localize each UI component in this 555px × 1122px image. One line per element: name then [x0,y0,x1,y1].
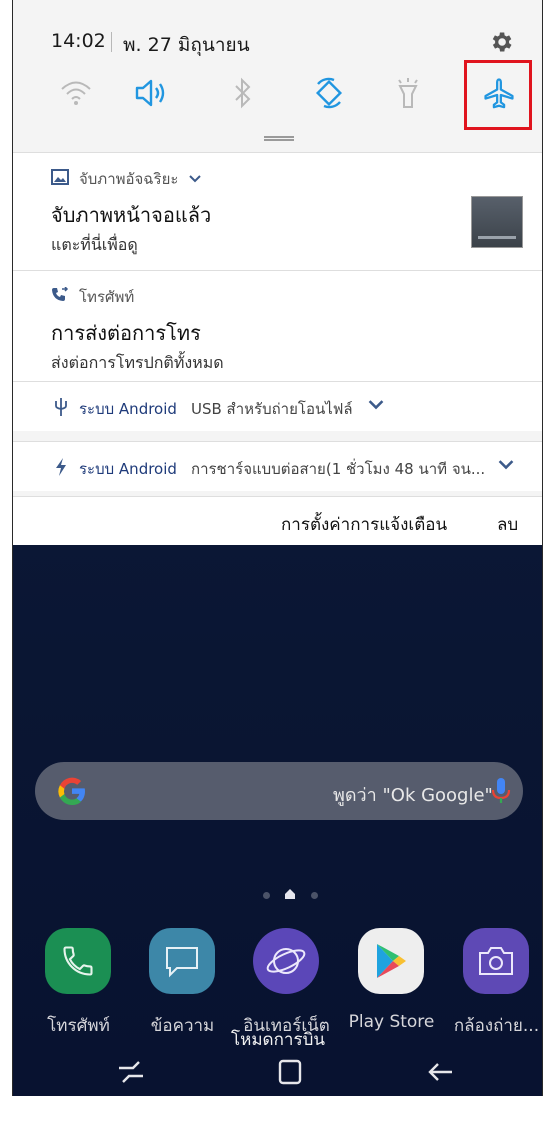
search-hint: พูดว่า "Ok Google" [333,785,493,806]
bluetooth-icon[interactable] [218,68,268,118]
notification-footer: การตั้งค่าการแจ้งเตือน ลบ [13,496,542,545]
google-search-bar[interactable]: พูดว่า "Ok Google" [35,762,523,820]
page-dot [263,892,270,899]
message-icon [149,928,215,994]
chevron-down-icon[interactable] [367,396,385,414]
chevron-down-icon[interactable] [497,456,515,474]
internet-icon [253,928,319,994]
screenshot-thumbnail[interactable] [471,196,523,248]
microphone-icon[interactable] [489,776,513,806]
dock-label: โทรศัพท์ [47,1016,110,1036]
image-icon [51,169,69,189]
google-logo-icon [58,777,85,805]
dock-app-phone[interactable]: โทรศัพท์ [31,928,126,1048]
play-store-icon [358,928,424,994]
notification-phone[interactable]: โทรศัพท์ การส่งต่อการโทร ส่งต่อการโทรปกต… [13,270,542,381]
usb-icon [51,396,71,418]
chevron-down-icon[interactable] [188,170,202,188]
page-indicator [253,888,333,902]
clear-all-button[interactable]: ลบ [497,511,518,538]
phone-forward-icon [51,286,69,307]
phone-screen: 14:02 พ. 27 มิถุนายน จับภาพอัจฉริยะ จับภ… [12,0,543,1096]
airplane-mode-highlight-box [464,60,532,130]
page-dot [311,892,318,899]
phone-icon [45,928,111,994]
notification-settings-button[interactable]: การตั้งค่าการแจ้งเตือน [281,511,447,538]
notification-text: ส่งต่อการโทรปกติทั้งหมด [51,353,224,372]
navigation-bar [13,1046,542,1096]
dock-label: กล้องถ่าย... [453,1016,540,1036]
home-button-icon[interactable] [275,1058,305,1086]
drag-handle[interactable] [264,136,294,141]
notification-app-name: ระบบ Android [79,460,177,478]
notification-screenshot[interactable]: จับภาพอัจฉริยะ จับภาพหน้าจอแล้ว แตะที่นี… [13,152,542,270]
notification-title: การส่งต่อการโทร [51,321,201,345]
back-arrow-icon[interactable] [426,1058,456,1086]
charging-bolt-icon [51,456,71,478]
notification-header: จับภาพอัจฉริยะ [51,167,202,191]
date: พ. 27 มิถุนายน [123,34,250,56]
recent-apps-icon[interactable] [116,1058,146,1086]
home-page-icon [285,889,295,899]
notification-shade: 14:02 พ. 27 มิถุนายน จับภาพอัจฉริยะ จับภ… [13,0,542,545]
notification-text: USB สำหรับถ่ายโอนไฟล์ [191,400,353,418]
notification-app-name: โทรศัพท์ [79,288,135,306]
sound-icon[interactable] [126,68,176,118]
notification-charging[interactable]: ระบบ Android การชาร์จแบบต่อสาย(1 ชั่วโมง… [13,441,542,491]
notification-header: โทรศัพท์ [51,285,134,309]
dock-app-play-store[interactable]: Play Store [344,928,439,1048]
camera-icon [463,928,529,994]
notification-usb[interactable]: ระบบ Android USB สำหรับถ่ายโอนไฟล์ [13,381,542,431]
dock-app-camera[interactable]: กล้องถ่าย... [449,928,542,1048]
status-divider [111,32,112,52]
notification-text: แตะที่นี่เพื่อดู [51,235,138,254]
settings-gear-icon[interactable] [485,26,517,58]
notification-title: จับภาพหน้าจอแล้ว [51,203,212,227]
clock: 14:02 [51,30,106,52]
notification-app-name: ระบบ Android [79,400,177,418]
wifi-icon[interactable] [51,68,101,118]
flashlight-icon[interactable] [383,68,433,118]
notification-app-name: จับภาพอัจฉริยะ [79,170,179,188]
auto-rotate-icon[interactable] [304,68,354,118]
dock-label: Play Store [348,1012,435,1032]
notification-text: การชาร์จแบบต่อสาย(1 ชั่วโมง 48 นาที จน..… [191,460,486,478]
